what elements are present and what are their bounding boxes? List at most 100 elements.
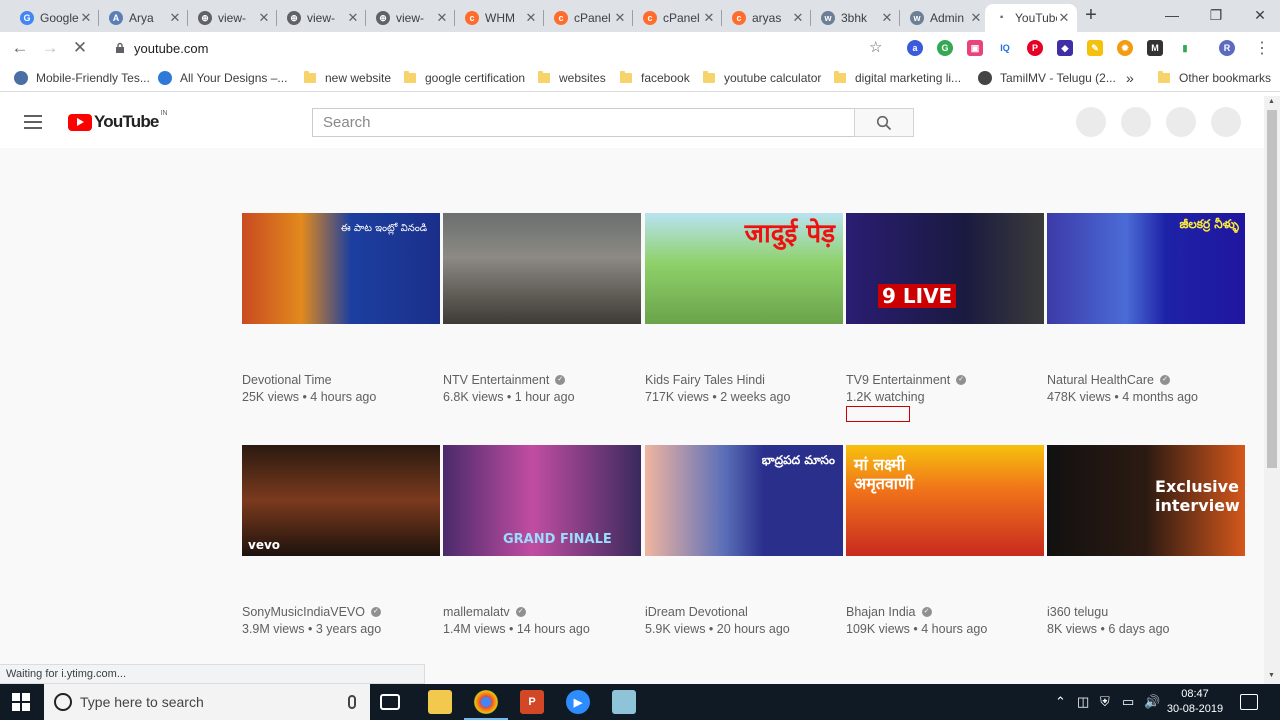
app-icon[interactable] (612, 690, 636, 714)
bookmark-item[interactable]: TamilMV - Telugu (2... (978, 70, 1116, 86)
bookmark-item[interactable]: digital marketing li... (834, 70, 961, 86)
browser-tab[interactable]: ⊕ view- ✕ (188, 4, 277, 32)
browser-tab[interactable]: w 3bhk ✕ (811, 4, 900, 32)
video-thumbnail[interactable]: Exclusive interview (1047, 445, 1245, 556)
more-bookmarks-button[interactable]: » (1126, 70, 1134, 86)
close-window-button[interactable]: ✕ (1238, 0, 1280, 30)
search-button[interactable] (854, 108, 914, 137)
browser-tab[interactable]: ⊕ view- ✕ (366, 4, 455, 32)
extension-icon-cube[interactable]: ◆ (1057, 40, 1073, 56)
profile-icon[interactable]: R (1219, 40, 1235, 56)
new-tab-button[interactable]: + (1082, 5, 1100, 25)
video-thumbnail[interactable]: जादुई पेड़ (645, 213, 843, 324)
zoom-icon[interactable]: ▶ (566, 690, 590, 714)
tab-close-icon[interactable]: ✕ (969, 10, 983, 26)
taskbar-search[interactable]: Type here to search (44, 684, 370, 720)
back-icon[interactable]: ← (8, 36, 32, 60)
tab-close-icon[interactable]: ✕ (257, 10, 271, 26)
channel-name[interactable]: Kids Fairy Tales Hindi (645, 373, 765, 387)
tab-close-icon[interactable]: ✕ (613, 10, 627, 26)
video-thumbnail[interactable]: జీలకర్ర నీళ్ళు (1047, 213, 1245, 324)
channel-name[interactable]: i360 telugu (1047, 605, 1108, 619)
tray-network-icon[interactable]: ◫ (1077, 694, 1089, 710)
extension-icon-pen[interactable]: ✎ (1087, 40, 1103, 56)
video-thumbnail[interactable]: భాద్రపద మాసం (645, 445, 843, 556)
browser-tab[interactable]: c aryas ✕ (722, 4, 811, 32)
channel-name[interactable]: NTV Entertainment ✓ (443, 373, 566, 387)
bookmark-item[interactable]: facebook (620, 70, 690, 86)
video-thumbnail[interactable]: vevo (242, 445, 440, 556)
bookmark-item[interactable]: new website (304, 70, 391, 86)
file-explorer-icon[interactable] (428, 690, 452, 714)
search-input[interactable] (323, 114, 854, 131)
extension-icon-grammarly[interactable]: G (937, 40, 953, 56)
maximize-button[interactable]: ❐ (1194, 0, 1238, 30)
bookmark-item[interactable]: Mobile-Friendly Tes... (14, 70, 150, 86)
scrollbar-thumb[interactable] (1267, 110, 1277, 468)
channel-name[interactable]: Bhajan India ✓ (846, 605, 932, 619)
youtube-logo[interactable]: YouTube IN (68, 110, 168, 132)
chrome-icon[interactable] (464, 690, 508, 720)
channel-name[interactable]: iDream Devotional (645, 605, 748, 619)
browser-tab[interactable]: G Google ✕ (10, 4, 99, 32)
tab-close-icon[interactable]: ✕ (168, 10, 182, 26)
video-thumbnail[interactable] (443, 213, 641, 324)
minimize-button[interactable]: — (1150, 0, 1194, 30)
video-thumbnail[interactable]: GRAND FINALE (443, 445, 641, 556)
microphone-icon[interactable] (348, 695, 356, 709)
extension-icon-a[interactable]: a (907, 40, 923, 56)
bookmark-item[interactable]: google certification (404, 70, 525, 86)
gmail-icon[interactable]: M (1147, 40, 1163, 56)
browser-tab[interactable]: ⊕ view- ✕ (277, 4, 366, 32)
tab-close-icon[interactable]: ✕ (79, 10, 93, 26)
search-box[interactable] (312, 108, 854, 137)
task-view-icon[interactable] (380, 694, 400, 710)
extension-icon-iq[interactable]: IQ (997, 40, 1013, 56)
browser-tab[interactable]: · YouTube✕ (985, 4, 1077, 32)
channel-name[interactable]: Natural HealthCare ✓ (1047, 373, 1170, 387)
video-thumbnail[interactable]: ఈ పాట ఇంట్లో వినండి (242, 213, 440, 324)
stop-loading-icon[interactable]: ✕ (68, 36, 92, 60)
windows-start-icon[interactable] (12, 693, 30, 711)
analytics-icon[interactable]: ▮ (1177, 40, 1193, 56)
browser-tab[interactable]: A Arya ✕ (99, 4, 188, 32)
tray-security-icon[interactable]: ⛨ (1100, 694, 1110, 710)
browser-tab[interactable]: c WHM ✕ (455, 4, 544, 32)
channel-name[interactable]: SonyMusicIndiaVEVO ✓ (242, 605, 381, 619)
tab-title: view- (307, 11, 336, 25)
tray-display-icon[interactable]: ▭ (1122, 694, 1134, 710)
extension-icon-gear[interactable]: ✹ (1117, 40, 1133, 56)
tab-close-icon[interactable]: ✕ (346, 10, 360, 26)
powerpoint-icon[interactable]: P (520, 690, 544, 714)
bookmark-item[interactable]: youtube calculator (703, 70, 821, 86)
channel-name[interactable]: mallemalatv ✓ (443, 605, 526, 619)
tab-close-icon[interactable]: ✕ (435, 10, 449, 26)
channel-name[interactable]: Devotional Time (242, 373, 332, 387)
extension-icon-screen[interactable]: ▣ (967, 40, 983, 56)
browser-tab[interactable]: w Admin ✕ (900, 4, 989, 32)
tab-close-icon[interactable]: ✕ (791, 10, 805, 26)
bookmark-star-icon[interactable]: ☆ (869, 38, 882, 56)
tab-close-icon[interactable]: ✕ (702, 10, 716, 26)
video-thumbnail[interactable]: मां लक्ष्मी अमृतवाणी (846, 445, 1044, 556)
tab-close-icon[interactable]: ✕ (880, 10, 894, 26)
clock[interactable]: 08:47 30-08-2019 (1160, 687, 1230, 717)
other-bookmarks[interactable]: Other bookmarks (1158, 70, 1271, 86)
page-scrollbar[interactable]: ▲ ▼ (1264, 96, 1280, 684)
forward-icon[interactable]: → (38, 36, 62, 60)
bookmark-item[interactable]: All Your Designs –... (158, 70, 287, 86)
video-thumbnail[interactable]: 9 LIVE (846, 213, 1044, 324)
browser-tab[interactable]: c cPanel ✕ (544, 4, 633, 32)
tab-close-icon[interactable]: ✕ (524, 10, 538, 26)
tray-chevron-icon[interactable]: ⌃ (1055, 694, 1066, 710)
notifications-icon[interactable] (1240, 694, 1258, 710)
pinterest-icon[interactable]: P (1027, 40, 1043, 56)
menu-kebab-icon[interactable]: ⋮ (1250, 36, 1274, 60)
volume-icon[interactable]: 🔊 (1144, 694, 1160, 710)
address-bar[interactable]: youtube.com (102, 37, 898, 59)
tab-close-icon[interactable]: ✕ (1057, 10, 1071, 26)
browser-tab[interactable]: c cPanel ✕ (633, 4, 722, 32)
channel-name[interactable]: TV9 Entertainment ✓ (846, 373, 967, 387)
bookmark-item[interactable]: websites (538, 70, 606, 86)
hamburger-menu-icon[interactable] (24, 115, 42, 129)
